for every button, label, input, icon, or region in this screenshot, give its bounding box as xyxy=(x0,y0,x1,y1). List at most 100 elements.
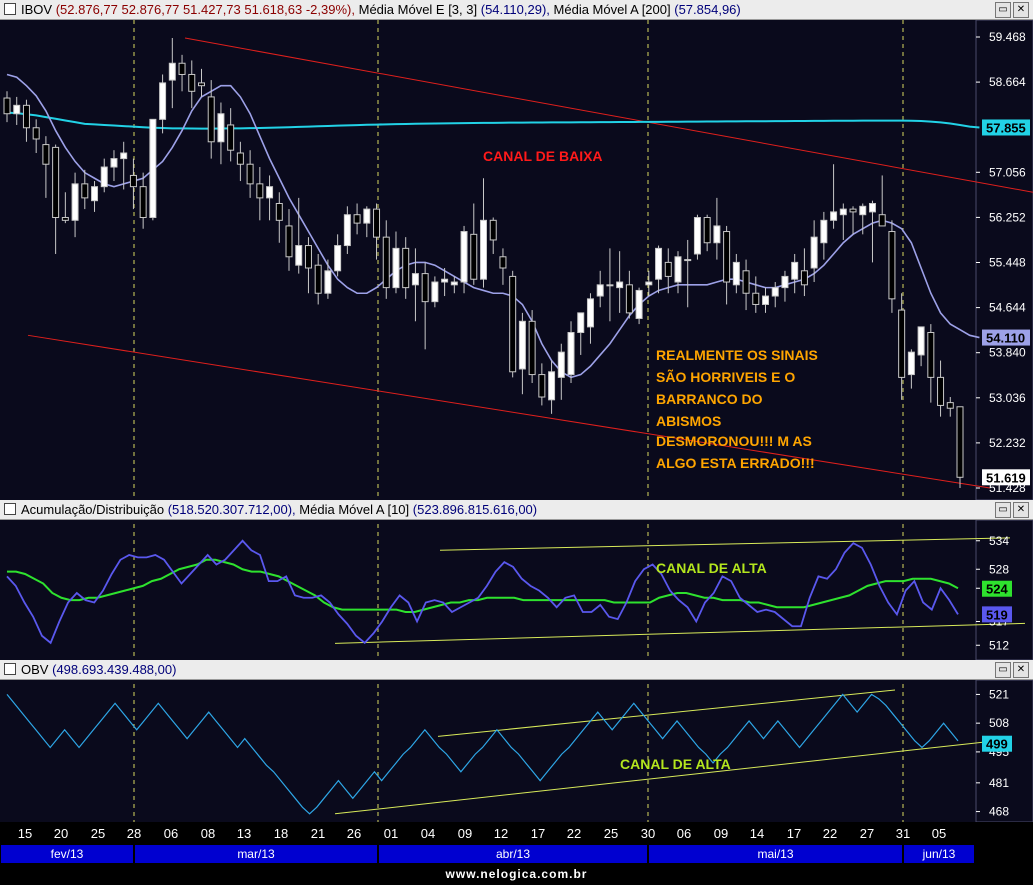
axis-tick-label: 52.232 xyxy=(989,436,1026,450)
comment-line: SÃO HORRIVEIS E O xyxy=(656,368,795,385)
candle-body xyxy=(314,264,322,294)
candle-body xyxy=(304,245,312,269)
candle-body xyxy=(460,231,468,283)
candle-body xyxy=(693,217,701,255)
ad-indicator-value: 518.520.307.712,00 xyxy=(172,502,288,517)
obv-panel-header[interactable]: OBV (498.693.439.488,00) ▭ ✕ xyxy=(0,660,1033,680)
time-axis-day-label: 28 xyxy=(127,826,141,841)
last-value-label: 57.855 xyxy=(986,120,1026,135)
candle-body xyxy=(723,231,731,283)
axis-tick-label: 56.252 xyxy=(989,210,1026,224)
candle-body xyxy=(188,73,196,92)
candle-body xyxy=(489,219,497,241)
obv-indicator-name: OBV xyxy=(21,662,49,677)
time-axis-day-label: 06 xyxy=(677,826,691,841)
candle-body xyxy=(907,351,915,376)
month-label: mar/13 xyxy=(237,847,275,861)
time-axis-day-label: 20 xyxy=(54,826,68,841)
candle-body xyxy=(236,152,244,165)
candle-body xyxy=(110,158,118,168)
time-axis-day-label: 04 xyxy=(421,826,435,841)
time-axis-day-label: 14 xyxy=(750,826,764,841)
candle-body xyxy=(684,259,692,262)
minimize-icon[interactable]: ▭ xyxy=(995,662,1011,678)
candle-body xyxy=(275,202,283,221)
candle-body xyxy=(596,284,604,297)
candle-body xyxy=(207,96,215,143)
time-axis-day-label: 09 xyxy=(458,826,472,841)
candle-body xyxy=(343,214,351,247)
candle-body xyxy=(781,275,789,289)
time-axis-day-label: 22 xyxy=(567,826,581,841)
axis-tick-label: 59.468 xyxy=(989,30,1026,44)
candle-body xyxy=(450,281,458,286)
candle-body xyxy=(217,113,225,143)
time-axis-day-label: 22 xyxy=(823,826,837,841)
ad-panel-header[interactable]: Acumulação/Distribuição (518.520.307.712… xyxy=(0,500,1033,520)
price-panel-header[interactable]: IBOV (52.876,77 52.876,77 51.427,73 51.6… xyxy=(0,0,1033,20)
candle-body xyxy=(61,217,69,221)
axis-tick-label: 55.448 xyxy=(989,256,1026,270)
candle-body xyxy=(713,225,721,244)
ema-indicator-value: 54.110,29 xyxy=(485,2,542,17)
candle-body xyxy=(480,219,487,280)
close-icon[interactable]: ✕ xyxy=(1013,502,1029,518)
candle-body xyxy=(382,236,390,289)
candle-body xyxy=(402,247,410,289)
candle-body xyxy=(674,256,682,283)
axis-tick-label: 53.036 xyxy=(989,391,1026,405)
close-icon[interactable]: ✕ xyxy=(1013,662,1029,678)
comment-line: ABISMOS xyxy=(656,413,721,429)
candle-body xyxy=(295,245,303,266)
candle-body xyxy=(197,82,205,87)
candle-body xyxy=(791,261,799,280)
obv-indicator-value: 498.693.439.488,00 xyxy=(56,662,173,677)
candle-body xyxy=(849,208,857,213)
candle-body xyxy=(227,124,235,151)
panel-menu-icon[interactable] xyxy=(4,503,16,515)
close-icon[interactable]: ✕ xyxy=(1013,2,1029,18)
candle-body xyxy=(71,183,79,221)
time-axis-day-label: 01 xyxy=(384,826,398,841)
candle-body xyxy=(431,281,439,303)
time-axis-day-label: 17 xyxy=(787,826,801,841)
minimize-icon[interactable]: ▭ xyxy=(995,2,1011,18)
axis-tick-label: 521 xyxy=(989,687,1009,701)
candle-body xyxy=(878,214,886,227)
candle-body xyxy=(100,166,108,188)
time-axis-day-label: 15 xyxy=(18,826,32,841)
candle-body xyxy=(334,245,342,272)
candle-body xyxy=(373,208,381,238)
minimize-icon[interactable]: ▭ xyxy=(995,502,1011,518)
candle-body xyxy=(586,298,594,328)
candle-body xyxy=(42,144,50,165)
time-axis-day-label: 25 xyxy=(604,826,618,841)
candle-body xyxy=(509,275,517,373)
axis-tick-label: 58.664 xyxy=(989,75,1026,89)
time-axis-day-label: 27 xyxy=(860,826,874,841)
candle-body xyxy=(13,104,21,115)
footer-website: www.nelogica.com.br xyxy=(445,867,588,881)
candle-body xyxy=(888,231,896,300)
candle-body xyxy=(81,183,89,199)
candle-body xyxy=(499,256,507,269)
candle-body xyxy=(120,152,128,160)
panel-menu-icon[interactable] xyxy=(4,663,16,675)
candle-body xyxy=(616,281,624,289)
time-axis-day-label: 26 xyxy=(347,826,361,841)
candle-body xyxy=(839,208,847,216)
candle-body xyxy=(266,186,274,199)
candle-body xyxy=(830,211,838,221)
last-value-label: 499 xyxy=(986,737,1008,752)
candle-body xyxy=(392,247,400,289)
candle-body xyxy=(625,284,633,314)
chart-canvas[interactable]: CANAL DE BAIXA REALMENTE OS SINAIS SÃO HOR… xyxy=(0,0,1033,885)
comment-line: BARRANCO DO xyxy=(656,391,763,407)
panel-menu-icon[interactable] xyxy=(4,3,16,15)
candle-body xyxy=(577,312,585,334)
candle-body xyxy=(917,326,925,356)
axis-tick-label: 512 xyxy=(989,638,1009,652)
candle-body xyxy=(353,214,361,224)
candle-body xyxy=(732,261,740,286)
candle-body xyxy=(859,205,867,216)
